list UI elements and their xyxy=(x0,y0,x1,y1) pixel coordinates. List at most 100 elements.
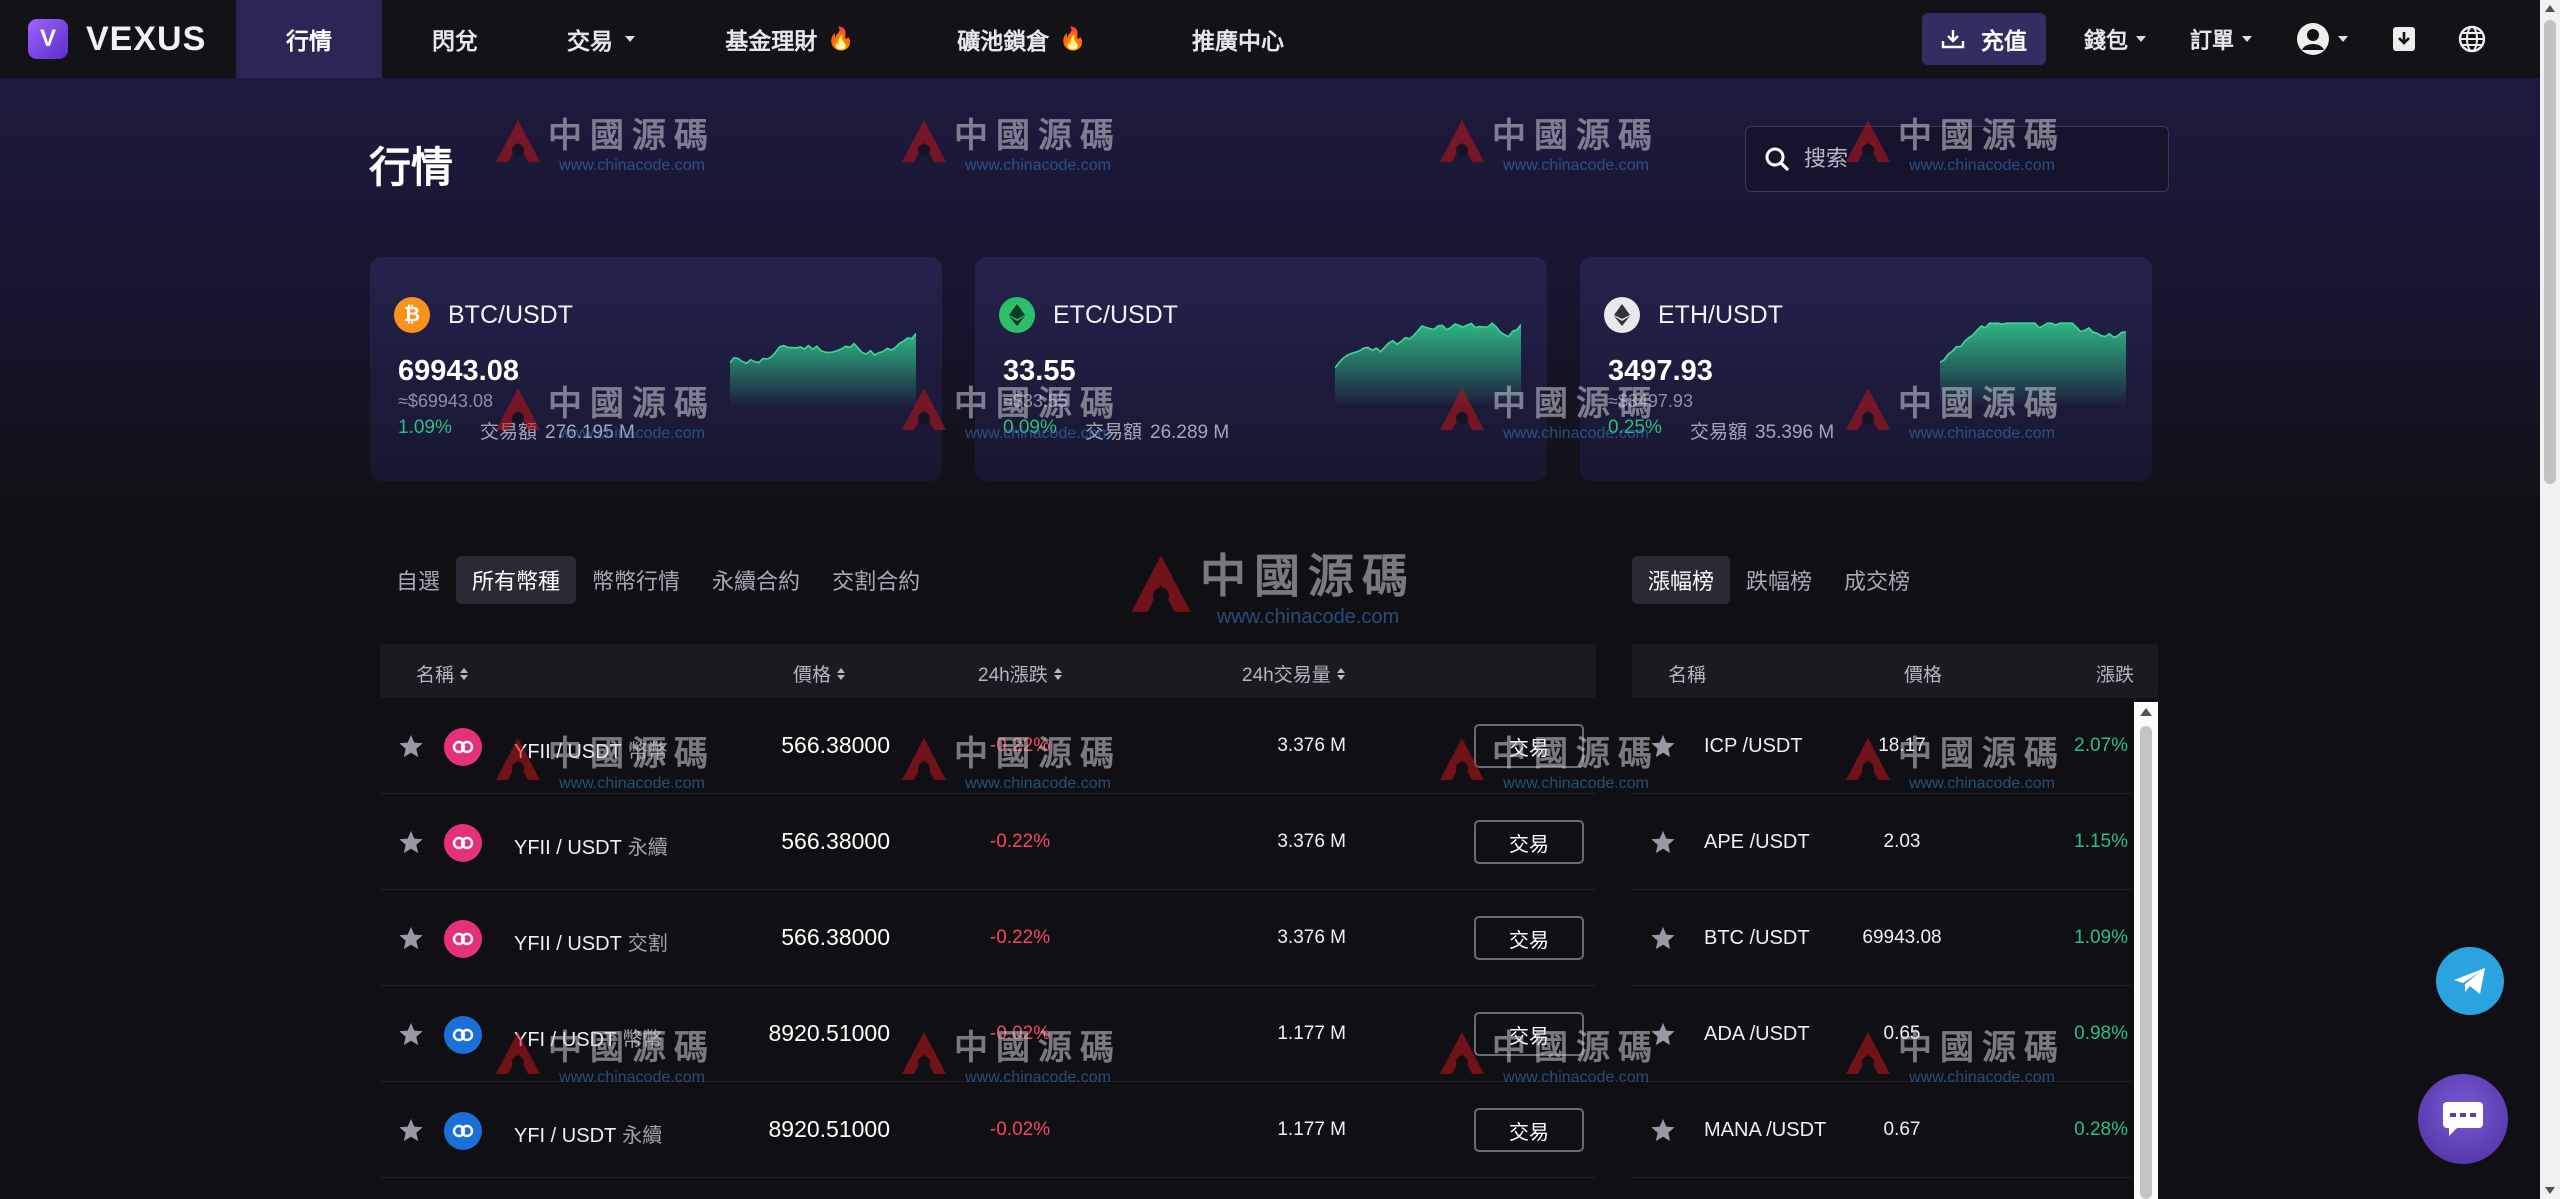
ethereum-classic-icon xyxy=(999,297,1035,333)
sparkline-area xyxy=(1335,323,1521,407)
table-body: ICP /USDT 18.17 2.07% APE /USDT 2.03 1.15% BTC… xyxy=(1632,698,2158,1178)
table-row[interactable]: YFI / USDT 永續 8920.51000 -0.02% 1.177 M 交易 xyxy=(380,1082,1596,1178)
favorite-star-icon[interactable] xyxy=(1650,1022,1676,1052)
trade-button[interactable]: 交易 xyxy=(1474,1012,1584,1056)
sort-icon xyxy=(1336,667,1345,680)
row-volume: 3.376 M xyxy=(1277,831,1346,852)
gainers-table: 名稱 價格 漲跌 ICP /USDT 18.17 2.07% APE /USDT 2.0… xyxy=(1632,644,2158,1178)
row-change: 0.28% xyxy=(2074,1119,2128,1140)
nav-item-swap[interactable]: 閃兌 xyxy=(382,0,528,78)
tab-gainers[interactable]: 漲幅榜 xyxy=(1632,556,1731,604)
sort-by-name[interactable]: 名稱 xyxy=(416,660,469,687)
nav-item-fund[interactable]: 基金理財 🔥 xyxy=(674,0,906,78)
chevron-down-icon xyxy=(2242,36,2252,42)
scrollbar-thumb[interactable] xyxy=(2140,726,2152,1199)
favorite-star-icon[interactable] xyxy=(398,1118,424,1148)
trade-button[interactable]: 交易 xyxy=(1474,1108,1584,1152)
nav-item-promotion[interactable]: 推廣中心 xyxy=(1138,0,1338,78)
list-item[interactable]: APE /USDT 2.03 1.15% xyxy=(1632,794,2132,890)
app-download-button[interactable] xyxy=(2392,26,2416,52)
gainers-scrollbar[interactable] xyxy=(2134,702,2158,1199)
table-row[interactable]: YFII / USDT 永續 566.38000 -0.22% 3.376 M 交易 xyxy=(380,794,1596,890)
list-item[interactable]: ICP /USDT 18.17 2.07% xyxy=(1632,698,2132,794)
scroll-up-arrow[interactable] xyxy=(2545,5,2555,12)
sort-by-volume[interactable]: 24h交易量 xyxy=(1242,660,1345,687)
nav-item-trade[interactable]: 交易 xyxy=(528,0,674,78)
tab-delivery[interactable]: 交割合約 xyxy=(816,556,936,604)
nav-item-pool[interactable]: 礦池鎖倉 🔥 xyxy=(906,0,1138,78)
ethereum-icon xyxy=(1604,297,1640,333)
list-item[interactable]: BTC /USDT 69943.08 1.09% xyxy=(1632,890,2132,986)
favorite-star-icon[interactable] xyxy=(398,926,424,956)
scrollbar-thumb[interactable] xyxy=(2544,20,2556,484)
trade-button[interactable]: 交易 xyxy=(1474,916,1584,960)
search-icon xyxy=(1765,147,1790,172)
row-pair: ADA /USDT xyxy=(1704,1023,1810,1045)
language-button[interactable] xyxy=(2458,25,2486,53)
table-body: YFII / USDT 幣幣 566.38000 -0.22% 3.376 M 交易 YFI… xyxy=(380,698,1596,1178)
card-change: 1.09% xyxy=(398,417,452,438)
nav-item-market[interactable]: 行情 xyxy=(236,0,382,78)
market-card-btc[interactable]: ₿ BTC/USDT 69943.08 ≈$69943.08 1.09% 交易額… xyxy=(370,257,942,481)
table-row[interactable]: YFII / USDT 幣幣 566.38000 -0.22% 3.376 M 交易 xyxy=(380,698,1596,794)
search-box[interactable] xyxy=(1745,126,2169,192)
tab-volume[interactable]: 成交榜 xyxy=(1828,556,1926,604)
watermark-url: www.chinacode.com xyxy=(1216,606,1400,628)
favorite-star-icon[interactable] xyxy=(398,734,424,764)
trade-button[interactable]: 交易 xyxy=(1474,724,1584,768)
market-card-eth[interactable]: ETH/USDT 3497.93 ≈$3497.93 0.25% 交易額 35.3… xyxy=(1580,257,2152,481)
account-menu[interactable] xyxy=(2296,22,2348,56)
yfii-icon xyxy=(444,824,482,862)
sort-by-price[interactable]: 價格 xyxy=(793,660,846,687)
telegram-icon xyxy=(2454,968,2485,994)
tab-all-coins[interactable]: 所有幣種 xyxy=(456,556,577,604)
favorite-star-icon[interactable] xyxy=(1650,1118,1676,1148)
deposit-label: 充值 xyxy=(1980,28,2027,54)
brand[interactable]: V VEXUS xyxy=(0,0,236,78)
pair-label: YFII / USDT xyxy=(514,741,622,763)
wallet-menu[interactable]: 錢包 xyxy=(2084,23,2146,55)
user-avatar-icon xyxy=(2297,23,2329,55)
tab-spot[interactable]: 幣幣行情 xyxy=(576,556,696,604)
telegram-button[interactable] xyxy=(2436,947,2504,1015)
nav-item-label: 推廣中心 xyxy=(1192,28,1284,54)
market-card-etc[interactable]: ETC/USDT 33.55 ≈$33.55 0.09% 交易額 26.289 M xyxy=(975,257,1547,481)
download-tray-icon xyxy=(1941,30,1965,49)
table-row[interactable]: YFII / USDT 交割 566.38000 -0.22% 3.376 M 交易 xyxy=(380,890,1596,986)
scroll-down-arrow[interactable] xyxy=(2545,1187,2555,1194)
table-header: 名稱 價格 24h漲跌 24h交易量 xyxy=(380,644,1596,698)
favorite-star-icon[interactable] xyxy=(1650,734,1676,764)
row-volume: 1.177 M xyxy=(1277,1119,1346,1140)
pair-label: YFI / USDT xyxy=(514,1029,617,1051)
list-item[interactable]: ADA /USDT 0.65 0.98% xyxy=(1632,986,2132,1082)
row-pair: ICP /USDT xyxy=(1704,735,1803,757)
row-change: 2.07% xyxy=(2074,735,2128,756)
orders-menu[interactable]: 訂單 xyxy=(2190,23,2252,55)
deposit-button[interactable]: 充值 xyxy=(1921,13,2046,65)
sort-by-change[interactable]: 24h漲跌 xyxy=(978,660,1062,687)
tab-perpetual[interactable]: 永續合約 xyxy=(696,556,816,604)
sparkline-chart xyxy=(730,332,916,407)
row-change: -0.22% xyxy=(989,927,1051,948)
favorite-star-icon[interactable] xyxy=(1650,926,1676,956)
table-row[interactable]: YFI / USDT 幣幣 8920.51000 -0.02% 1.177 M 交易 xyxy=(380,986,1596,1082)
sort-icon xyxy=(1053,667,1062,680)
column-header: 名稱 xyxy=(416,665,455,686)
sparkline-chart xyxy=(1940,322,2126,407)
search-input[interactable] xyxy=(1804,146,2144,172)
live-chat-button[interactable] xyxy=(2418,1074,2508,1164)
trade-button[interactable]: 交易 xyxy=(1474,820,1584,864)
scroll-up-arrow[interactable] xyxy=(2140,708,2152,716)
page-scrollbar[interactable] xyxy=(2540,0,2560,1199)
column-header: 價格 xyxy=(793,665,832,686)
tab-favorites[interactable]: 自選 xyxy=(380,556,456,604)
row-price: 566.38000 xyxy=(781,924,890,950)
favorite-star-icon[interactable] xyxy=(398,1022,424,1052)
list-item[interactable]: MANA /USDT 0.67 0.28% xyxy=(1632,1082,2132,1178)
card-usd-price: ≈$69943.08 xyxy=(398,391,493,411)
favorite-star-icon[interactable] xyxy=(1650,830,1676,860)
tab-losers[interactable]: 跌幅榜 xyxy=(1730,556,1828,604)
favorite-star-icon[interactable] xyxy=(398,830,424,860)
watermark-text: 中國源碼 xyxy=(1200,549,1416,603)
nav-item-label: 交易 xyxy=(567,28,613,54)
